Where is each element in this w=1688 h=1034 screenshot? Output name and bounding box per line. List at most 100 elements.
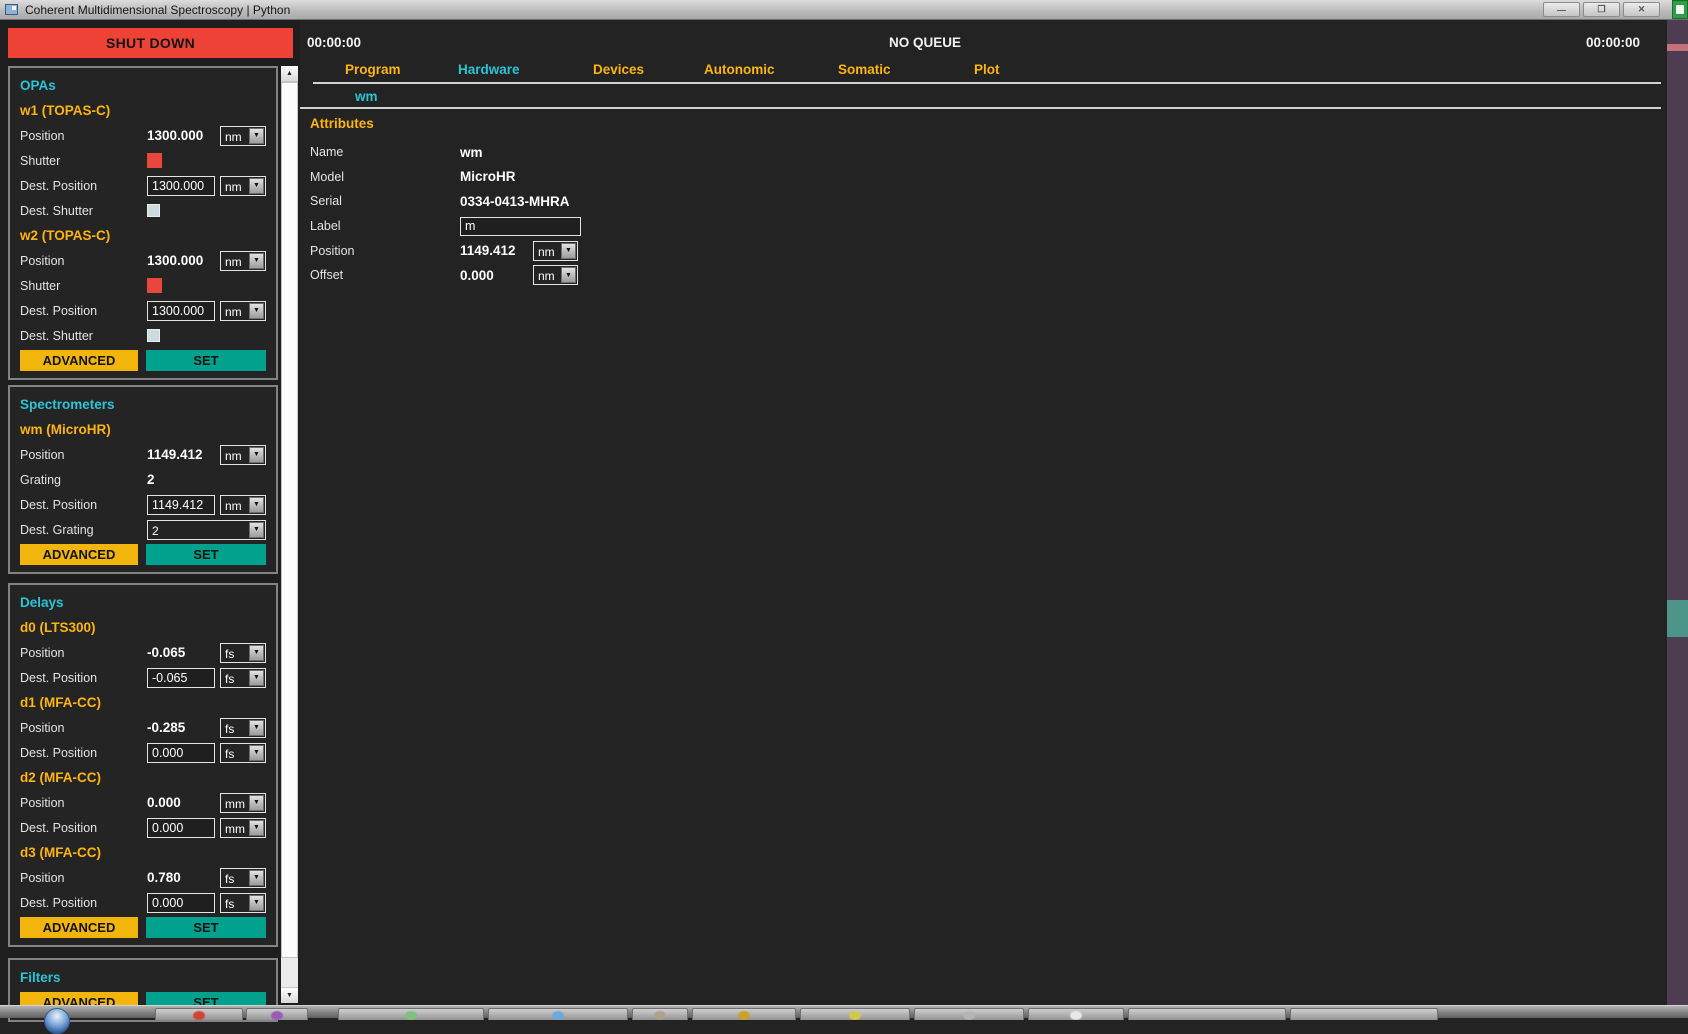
combobox-arrow-button[interactable]: ▼ — [249, 303, 264, 319]
combobox-arrow-button[interactable]: ▼ — [249, 670, 264, 686]
tab-somatic[interactable]: Somatic — [838, 62, 891, 77]
minimize-icon: — — [1557, 5, 1566, 15]
advanced-button[interactable]: ADVANCED — [20, 350, 138, 371]
combobox-arrow-button[interactable]: ▼ — [249, 820, 264, 836]
minimize-button[interactable]: — — [1543, 2, 1580, 17]
row-dest-position: Dest. Positionfs▼ — [20, 740, 266, 765]
set-button[interactable]: SET — [146, 544, 266, 565]
combobox-arrow-button[interactable]: ▼ — [561, 243, 576, 259]
chevron-down-icon: ▼ — [253, 674, 260, 681]
set-button[interactable]: SET — [146, 917, 266, 938]
tab-hardware[interactable]: Hardware — [458, 62, 520, 77]
restore-button[interactable]: ❐ — [1583, 2, 1620, 17]
advanced-button[interactable]: ADVANCED — [20, 544, 138, 565]
unit-combobox[interactable]: nm▼ — [220, 495, 266, 515]
combobox-arrow-button[interactable]: ▼ — [249, 645, 264, 661]
field-value: -0.065 — [147, 645, 220, 660]
destination-input[interactable] — [147, 176, 215, 196]
chevron-down-icon: ▼ — [253, 874, 260, 881]
destination-input[interactable] — [147, 495, 215, 515]
scrollbar-thumb[interactable] — [281, 82, 298, 958]
advanced-button[interactable]: ADVANCED — [20, 917, 138, 938]
unit-combobox[interactable]: fs▼ — [220, 743, 266, 763]
label-input[interactable] — [460, 217, 581, 236]
destination-input[interactable] — [147, 743, 215, 763]
destination-input[interactable] — [147, 301, 215, 321]
close-icon: ✕ — [1638, 4, 1646, 15]
chevron-down-icon: ▼ — [565, 247, 572, 254]
tab-plot[interactable]: Plot — [974, 62, 1000, 77]
unit-combobox[interactable]: mm▼ — [220, 818, 266, 838]
scroll-down-button[interactable]: ▼ — [281, 987, 298, 1003]
combobox-arrow-button[interactable]: ▼ — [249, 178, 264, 194]
row-position: Position0.780fs▼ — [20, 865, 266, 890]
taskbar-app-9[interactable] — [1028, 1008, 1124, 1020]
destination-input[interactable] — [147, 668, 215, 688]
combobox-arrow-button[interactable]: ▼ — [249, 447, 264, 463]
combobox-arrow-button[interactable]: ▼ — [249, 870, 264, 886]
field-label: Position — [20, 129, 147, 143]
row-dest-position: Dest. Positionfs▼ — [20, 890, 266, 915]
unit-combobox[interactable]: nm▼ — [220, 126, 266, 146]
dest-shutter-checkbox[interactable] — [147, 329, 160, 342]
taskbar-app-6[interactable] — [692, 1008, 796, 1020]
unit-combobox[interactable]: fs▼ — [220, 893, 266, 913]
tab-wm[interactable]: wm — [355, 89, 378, 104]
unit-combobox[interactable]: fs▼ — [220, 643, 266, 663]
taskbar-app-7-icon — [849, 1011, 861, 1020]
taskbar-app-1[interactable] — [155, 1008, 243, 1020]
unit-combobox[interactable]: nm▼ — [220, 445, 266, 465]
shutter-indicator — [147, 278, 162, 293]
taskbar-app-8[interactable] — [914, 1008, 1024, 1020]
combobox-arrow-button[interactable]: ▼ — [249, 522, 264, 538]
row-position: Position1149.412nm▼ — [20, 442, 266, 467]
unit-combobox[interactable]: nm▼ — [533, 265, 578, 285]
combobox-arrow-button[interactable]: ▼ — [249, 720, 264, 736]
dest-shutter-checkbox[interactable] — [147, 204, 160, 217]
row-dest-position: Dest. Positionmm▼ — [20, 815, 266, 840]
start-button[interactable] — [44, 1008, 70, 1034]
combobox-value: nm — [221, 177, 248, 195]
unit-combobox[interactable]: 2▼ — [147, 520, 266, 540]
combobox-arrow-button[interactable]: ▼ — [249, 497, 264, 513]
taskbar-app-7[interactable] — [800, 1008, 910, 1020]
unit-combobox[interactable]: nm▼ — [220, 251, 266, 271]
taskbar-app-4[interactable] — [488, 1008, 628, 1020]
combobox-arrow-button[interactable]: ▼ — [249, 795, 264, 811]
taskbar-app-3[interactable] — [338, 1008, 484, 1020]
combobox-arrow-button[interactable]: ▼ — [561, 267, 576, 283]
row-grating: Grating2 — [20, 467, 266, 492]
sidebar-scrollbar[interactable]: ▲ ▼ — [281, 66, 298, 1003]
row-w1-topas-c-: w1 (TOPAS-C) — [20, 98, 266, 123]
combobox-arrow-button[interactable]: ▼ — [249, 253, 264, 269]
unit-combobox[interactable]: nm▼ — [220, 301, 266, 321]
combobox-arrow-button[interactable]: ▼ — [249, 745, 264, 761]
unit-combobox[interactable]: mm▼ — [220, 793, 266, 813]
unit-combobox[interactable]: fs▼ — [220, 868, 266, 888]
field-label: Dest. Position — [20, 671, 147, 685]
set-button[interactable]: SET — [146, 350, 266, 371]
row-wm-microhr-: wm (MicroHR) — [20, 417, 266, 442]
taskbar-app-11[interactable] — [1290, 1008, 1438, 1020]
destination-input[interactable] — [147, 818, 215, 838]
scroll-up-icon: ▲ — [286, 70, 293, 77]
taskbar-app-5[interactable] — [632, 1008, 688, 1020]
background-app-icon[interactable] — [1672, 0, 1688, 19]
combobox-value: fs — [221, 894, 248, 912]
unit-combobox[interactable]: fs▼ — [220, 718, 266, 738]
taskbar-app-2[interactable] — [246, 1008, 308, 1020]
unit-combobox[interactable]: nm▼ — [533, 241, 578, 261]
scroll-up-button[interactable]: ▲ — [281, 66, 298, 82]
close-button[interactable]: ✕ — [1623, 2, 1660, 17]
tab-autonomic[interactable]: Autonomic — [704, 62, 775, 77]
attribute-label: Name — [310, 145, 460, 159]
unit-combobox[interactable]: nm▼ — [220, 176, 266, 196]
destination-input[interactable] — [147, 893, 215, 913]
tab-devices[interactable]: Devices — [593, 62, 644, 77]
unit-combobox[interactable]: fs▼ — [220, 668, 266, 688]
combobox-arrow-button[interactable]: ▼ — [249, 895, 264, 911]
taskbar-app-10[interactable] — [1128, 1008, 1286, 1020]
row-buttons: ADVANCED SET — [20, 542, 266, 567]
tab-program[interactable]: Program — [345, 62, 401, 77]
combobox-arrow-button[interactable]: ▼ — [249, 128, 264, 144]
